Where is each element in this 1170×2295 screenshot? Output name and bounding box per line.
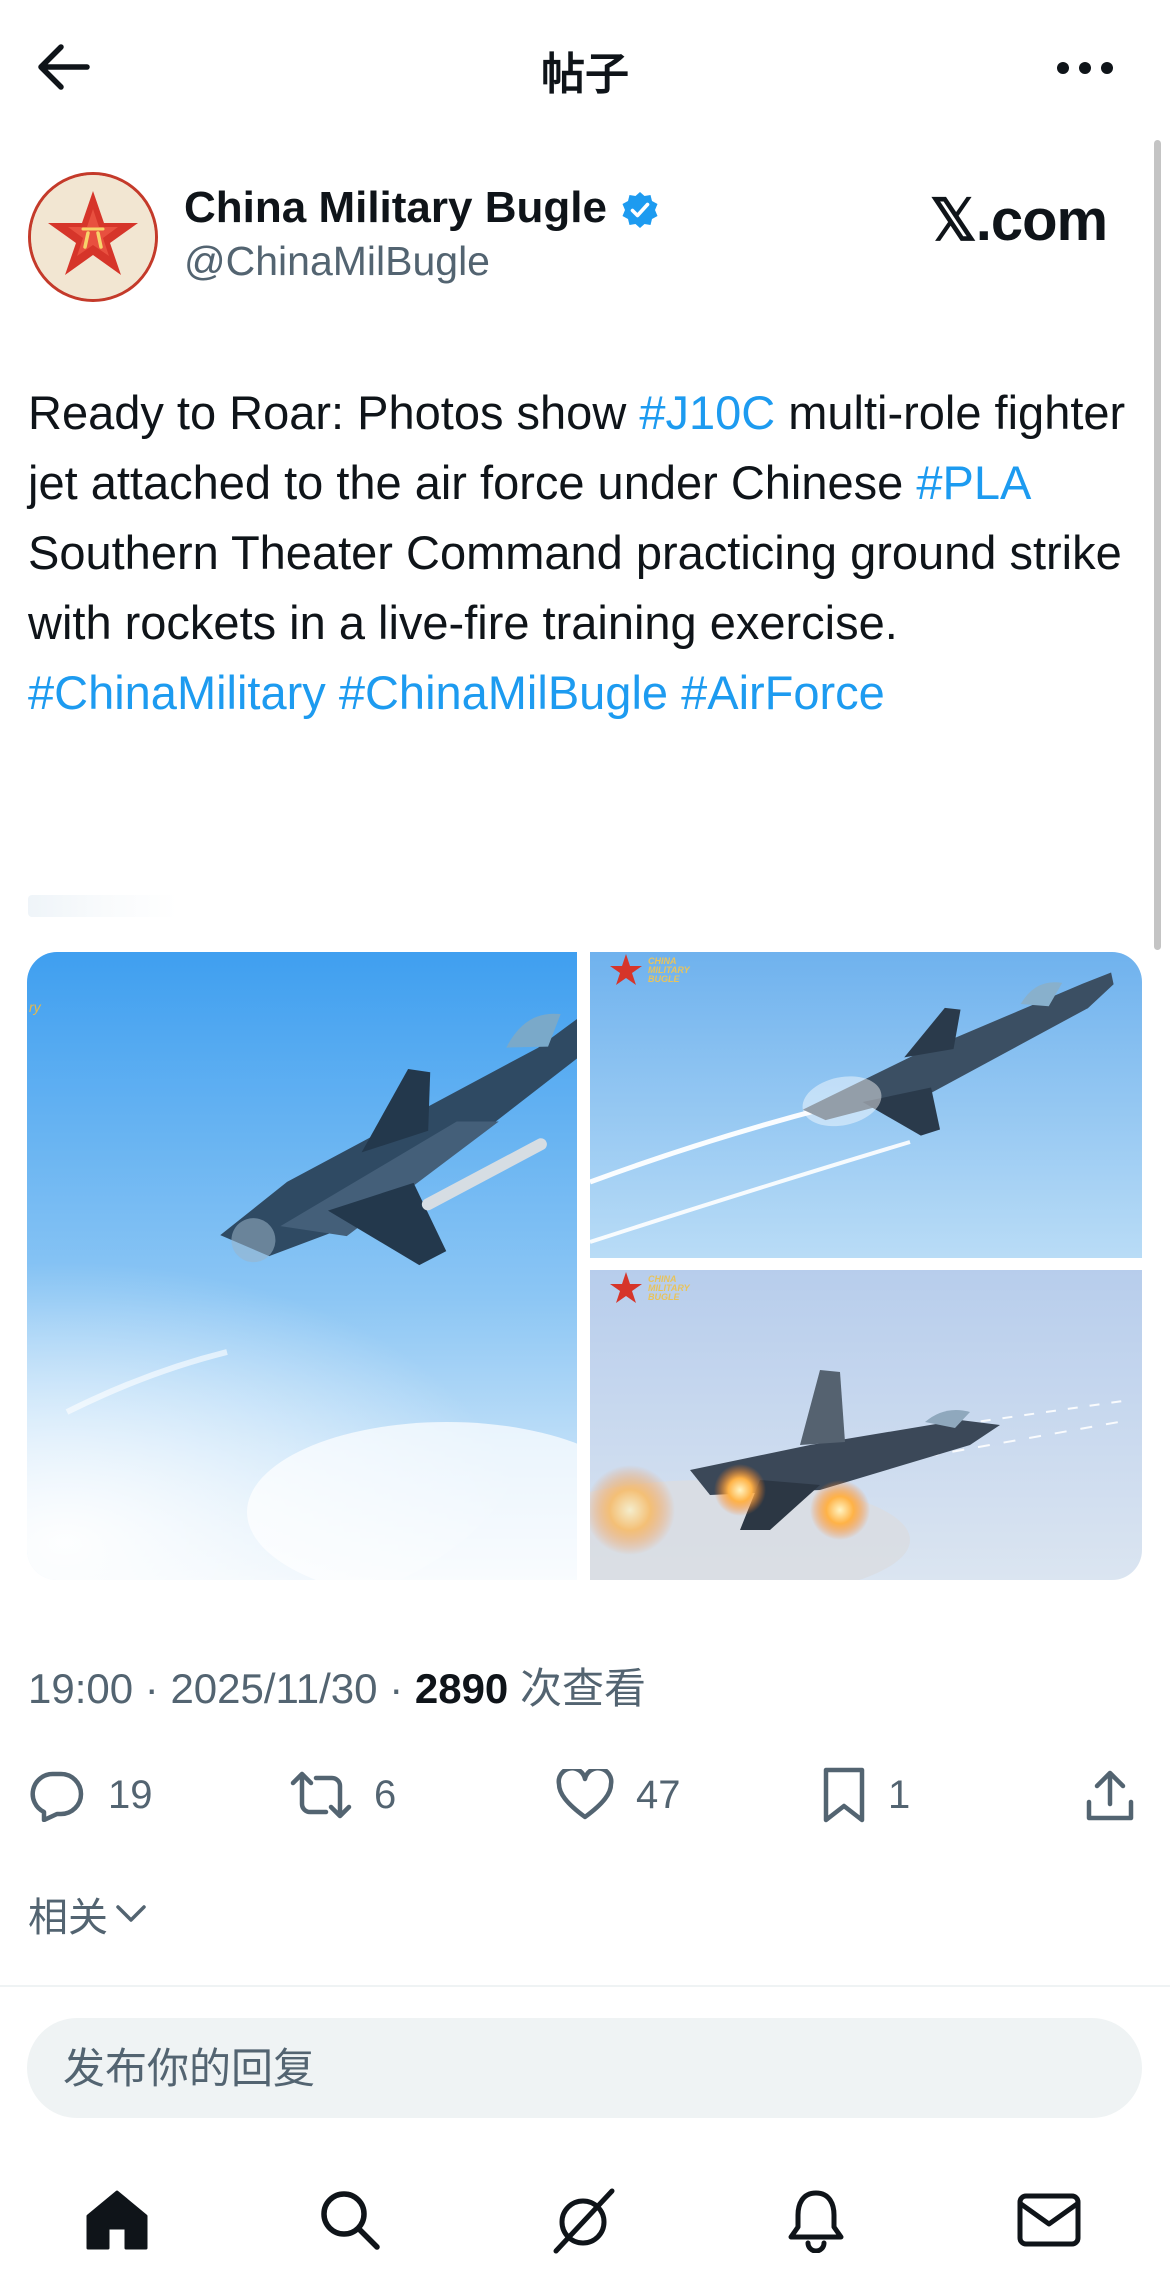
x-com-watermark: 𝕏.com xyxy=(930,188,1108,253)
nav-messages[interactable] xyxy=(1004,2175,1094,2265)
faded-text-artifact xyxy=(28,895,178,917)
meta-separator: · xyxy=(377,1665,415,1712)
nav-home[interactable] xyxy=(72,2175,162,2265)
more-horizontal-icon xyxy=(1057,62,1113,74)
tweet-text: Ready to Roar: Photos show #J10C multi-r… xyxy=(28,378,1128,728)
messages-icon xyxy=(1017,2193,1081,2247)
svg-text:ry: ry xyxy=(29,999,42,1015)
army-star-logo xyxy=(31,175,155,299)
heart-icon xyxy=(556,1769,614,1820)
share-icon xyxy=(1086,1770,1134,1821)
page-title: 帖子 xyxy=(541,49,629,100)
hashtag-link[interactable]: #ChinaMilitary xyxy=(28,666,326,719)
jet-photo-large[interactable]: ry xyxy=(27,952,577,1580)
hashtag-link[interactable]: #PLA xyxy=(916,456,1028,509)
view-count: 2890 xyxy=(414,1665,509,1712)
repost-icon xyxy=(290,1771,352,1819)
jet-photo-bottom-right[interactable]: CHINA MILITARY BUGLE xyxy=(590,1270,1142,1580)
avatar[interactable] xyxy=(28,172,158,302)
verified-badge-icon xyxy=(622,192,658,228)
action-bar: 19 6 47 1 xyxy=(0,1755,1170,1835)
reply-button[interactable]: 19 xyxy=(28,1755,153,1835)
svg-text:BUGLE: BUGLE xyxy=(648,1292,680,1302)
post-time: 19:00 xyxy=(28,1665,134,1712)
text-segment: Southern Theater Command practicing grou… xyxy=(28,526,1122,649)
divider xyxy=(0,1985,1170,1987)
bottom-nav xyxy=(0,2165,1170,2275)
text-segment: Ready to Roar: Photos show xyxy=(28,386,640,439)
hashtag-link[interactable]: #ChinaMilBugle xyxy=(339,666,668,719)
post-date: 2025/11/30 xyxy=(170,1665,378,1712)
author-name[interactable]: China Military Bugle xyxy=(184,183,607,233)
nav-search[interactable] xyxy=(305,2175,395,2265)
nav-grok[interactable] xyxy=(538,2175,628,2265)
bookmark-count: 1 xyxy=(888,1772,911,1817)
search-icon xyxy=(321,2191,380,2250)
hashtag-link[interactable]: #AirForce xyxy=(681,666,885,719)
repost-button[interactable]: 6 xyxy=(290,1755,396,1835)
scrollbar[interactable] xyxy=(1154,140,1161,950)
grok-icon xyxy=(553,2188,615,2254)
bookmark-button[interactable]: 1 xyxy=(822,1755,910,1835)
meta-separator: · xyxy=(133,1665,171,1712)
top-bar: 帖子 xyxy=(0,0,1170,135)
post-meta: 19:00 · 2025/11/30 · 2890 次查看 xyxy=(28,1655,646,1716)
repost-count: 6 xyxy=(374,1772,397,1817)
hashtag-link[interactable]: #J10C xyxy=(639,386,775,439)
bookmark-icon xyxy=(823,1767,865,1823)
related-label: 相关 xyxy=(28,1895,108,1941)
reply-box xyxy=(27,2018,1142,2118)
svg-text:BUGLE: BUGLE xyxy=(648,974,680,984)
more-button[interactable] xyxy=(1050,40,1120,96)
related-toggle[interactable]: 相关 xyxy=(28,1885,148,1943)
notifications-icon xyxy=(788,2190,844,2253)
reply-input[interactable] xyxy=(27,2018,1142,2118)
nav-notifications[interactable] xyxy=(771,2175,861,2265)
like-button[interactable]: 47 xyxy=(556,1755,681,1835)
home-icon xyxy=(86,2190,148,2250)
view-label: 次查看 xyxy=(519,1665,646,1712)
like-count: 47 xyxy=(636,1772,681,1817)
reply-icon xyxy=(30,1771,84,1822)
author-handle[interactable]: @ChinaMilBugle xyxy=(184,238,490,285)
media-grid: ry CHINA MILITARY BUGLE CHINA MILITARY B… xyxy=(27,952,1142,1580)
reply-count: 19 xyxy=(108,1772,153,1817)
jet-photo-top-right[interactable]: CHINA MILITARY BUGLE xyxy=(590,952,1142,1258)
chevron-down-icon xyxy=(116,1905,146,1922)
share-button[interactable] xyxy=(1085,1755,1135,1835)
